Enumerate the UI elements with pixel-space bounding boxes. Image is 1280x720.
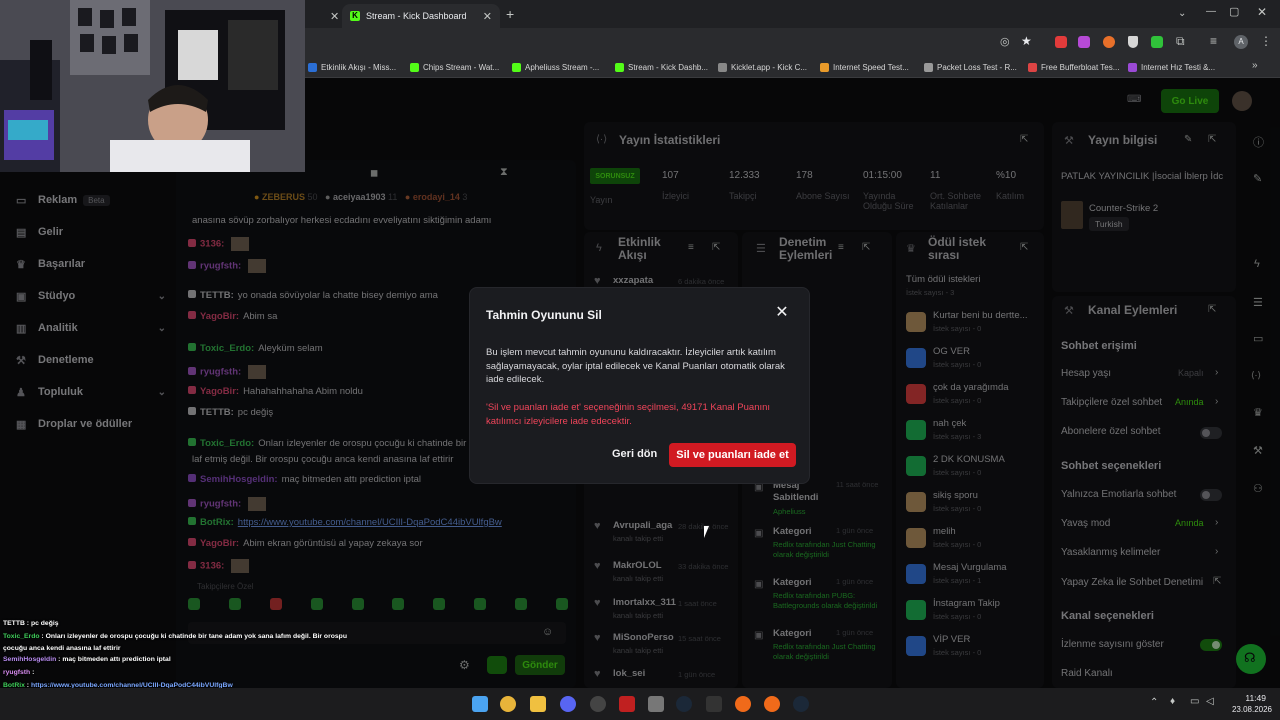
overlay-message: TETTB : pc değiş — [3, 620, 59, 627]
start-icon[interactable] — [472, 696, 488, 712]
file-explorer-icon[interactable] — [530, 696, 546, 712]
minimize-icon[interactable]: — — [1206, 6, 1216, 17]
close-window-icon[interactable]: ✕ — [1257, 5, 1267, 19]
extension-icon[interactable] — [1103, 36, 1115, 48]
overlay-message: Toxic_Erdo : Onları izleyenler de orospu… — [3, 633, 347, 640]
puzzle-icon[interactable]: ⧉ — [1176, 34, 1185, 49]
dialog-title: Tahmin Oyununu Sil — [486, 308, 602, 322]
obs-icon[interactable] — [590, 696, 606, 712]
extension-icon[interactable] — [1055, 36, 1067, 48]
close-icon[interactable]: ✕ — [483, 10, 492, 23]
dialog-warning: 'Sil ve puanları iade et' seçeneğinin se… — [486, 402, 771, 427]
kick-logo-icon: K — [350, 11, 360, 21]
bookmark[interactable]: Kicklet.app - Kick C... — [718, 60, 807, 74]
kick-logo-icon — [512, 62, 521, 72]
bookmark[interactable]: Apheliuss Stream -... — [512, 60, 599, 74]
back-button[interactable]: Geri dön — [606, 444, 663, 464]
tab-title: Stream - Kick Dashboard — [366, 11, 467, 21]
app-icon[interactable] — [648, 696, 664, 712]
windows-taskbar: ⌃ ♦ ▭ ◁ 11:49 23.08.2026 — [0, 688, 1280, 720]
bookmark-favicon-icon — [1128, 62, 1137, 72]
app-icon[interactable] — [619, 696, 635, 712]
volume-icon[interactable]: ◁ — [1206, 696, 1214, 707]
overlay-separator: : — [30, 669, 35, 676]
tab-previous[interactable]: ✕ — [300, 4, 340, 28]
chevron-up-icon[interactable]: ⌃ — [1150, 697, 1158, 708]
overlay-username: ryugfsth — [3, 669, 31, 676]
chevron-down-icon[interactable]: ⌄ — [1178, 8, 1186, 19]
overlay-text: maç bitmeden attı prediction iptal — [62, 656, 171, 663]
delete-and-refund-button[interactable]: Sil ve puanları iade et — [669, 443, 796, 467]
discord-icon[interactable] — [560, 696, 576, 712]
delete-prediction-dialog: Tahmin Oyununu Sil ✕ Bu işlem mevcut tah… — [469, 287, 810, 484]
webcam-image — [0, 0, 305, 172]
bookmark[interactable]: Free Bufferbloat Tes... — [1028, 60, 1119, 74]
steam-icon[interactable] — [676, 696, 692, 712]
overlay-message: ryugfsth : — [3, 669, 34, 676]
bookmark[interactable]: Internet Speed Test... — [820, 60, 909, 74]
webcam-overlay — [0, 0, 305, 172]
overlay-text: pc değiş — [30, 620, 59, 627]
kick-logo-icon — [410, 62, 419, 72]
plus-icon[interactable]: + — [506, 6, 514, 22]
clock-date[interactable]: 23.08.2026 — [1222, 705, 1272, 714]
profile-avatar[interactable]: A — [1234, 35, 1248, 49]
eye-off-icon[interactable]: ◎ — [1000, 35, 1010, 48]
bookmark[interactable]: Stream - Kick Dashb... — [615, 60, 708, 74]
epic-games-icon[interactable] — [706, 696, 722, 712]
overlay-username: SemihHosgeldin — [3, 656, 57, 663]
bookmark[interactable]: Chips Stream - Wat... — [410, 60, 499, 74]
microphone-icon[interactable]: ♦ — [1170, 696, 1175, 707]
network-icon[interactable]: ▭ — [1190, 696, 1199, 707]
overlay-text: çocuğu anca kendi anasına laf ettirir — [3, 645, 121, 652]
steam-icon[interactable] — [793, 696, 809, 712]
overlay-username: Toxic_Erdo — [3, 633, 40, 640]
close-icon[interactable]: ✕ — [775, 305, 789, 321]
chevron-right-icon[interactable]: » — [1252, 60, 1258, 71]
overlay-text: Onları izleyenler de orospu çocuğu ki ch… — [45, 633, 347, 640]
clock-time[interactable]: 11:49 — [1222, 693, 1266, 703]
dialog-description: Bu işlem mevcut tahmin oyununu kaldıraca… — [486, 347, 785, 385]
app-icon[interactable] — [764, 696, 780, 712]
bookmark-favicon-icon — [820, 62, 829, 72]
bookmark[interactable]: Packet Loss Test - R... — [924, 60, 1017, 74]
bookmark-favicon-icon — [718, 62, 727, 72]
chrome-icon[interactable] — [500, 696, 516, 712]
close-icon[interactable]: ✕ — [330, 10, 339, 23]
bookmark-favicon-icon — [308, 62, 317, 72]
tab-kick-dashboard[interactable]: K Stream - Kick Dashboard ✕ — [342, 4, 500, 28]
more-vertical-icon[interactable]: ⋮ — [1260, 34, 1272, 48]
menu-list-icon[interactable]: ≡ — [1210, 34, 1217, 48]
shield-icon[interactable] — [1128, 36, 1138, 48]
kick-logo-icon — [615, 62, 624, 72]
mouse-cursor — [704, 526, 714, 538]
bookmark-favicon-icon — [1028, 62, 1037, 72]
overlay-message: çocuğu anca kendi anasına laf ettirir — [3, 645, 120, 652]
bookmark[interactable]: Etkinlik Akışı - Miss... — [308, 60, 396, 74]
app-icon[interactable] — [735, 696, 751, 712]
star-icon[interactable]: ★ — [1021, 34, 1032, 48]
maximize-icon[interactable]: ▢ — [1229, 5, 1239, 18]
bookmark-favicon-icon — [924, 62, 933, 72]
bookmark[interactable]: Internet Hız Testi &... — [1128, 60, 1215, 74]
overlay-username: TETTB — [3, 620, 25, 627]
extension-icon[interactable] — [1078, 36, 1090, 48]
extension-icon[interactable] — [1151, 36, 1163, 48]
overlay-message: SemihHosgeldin : maç bitmeden attı predi… — [3, 656, 171, 663]
